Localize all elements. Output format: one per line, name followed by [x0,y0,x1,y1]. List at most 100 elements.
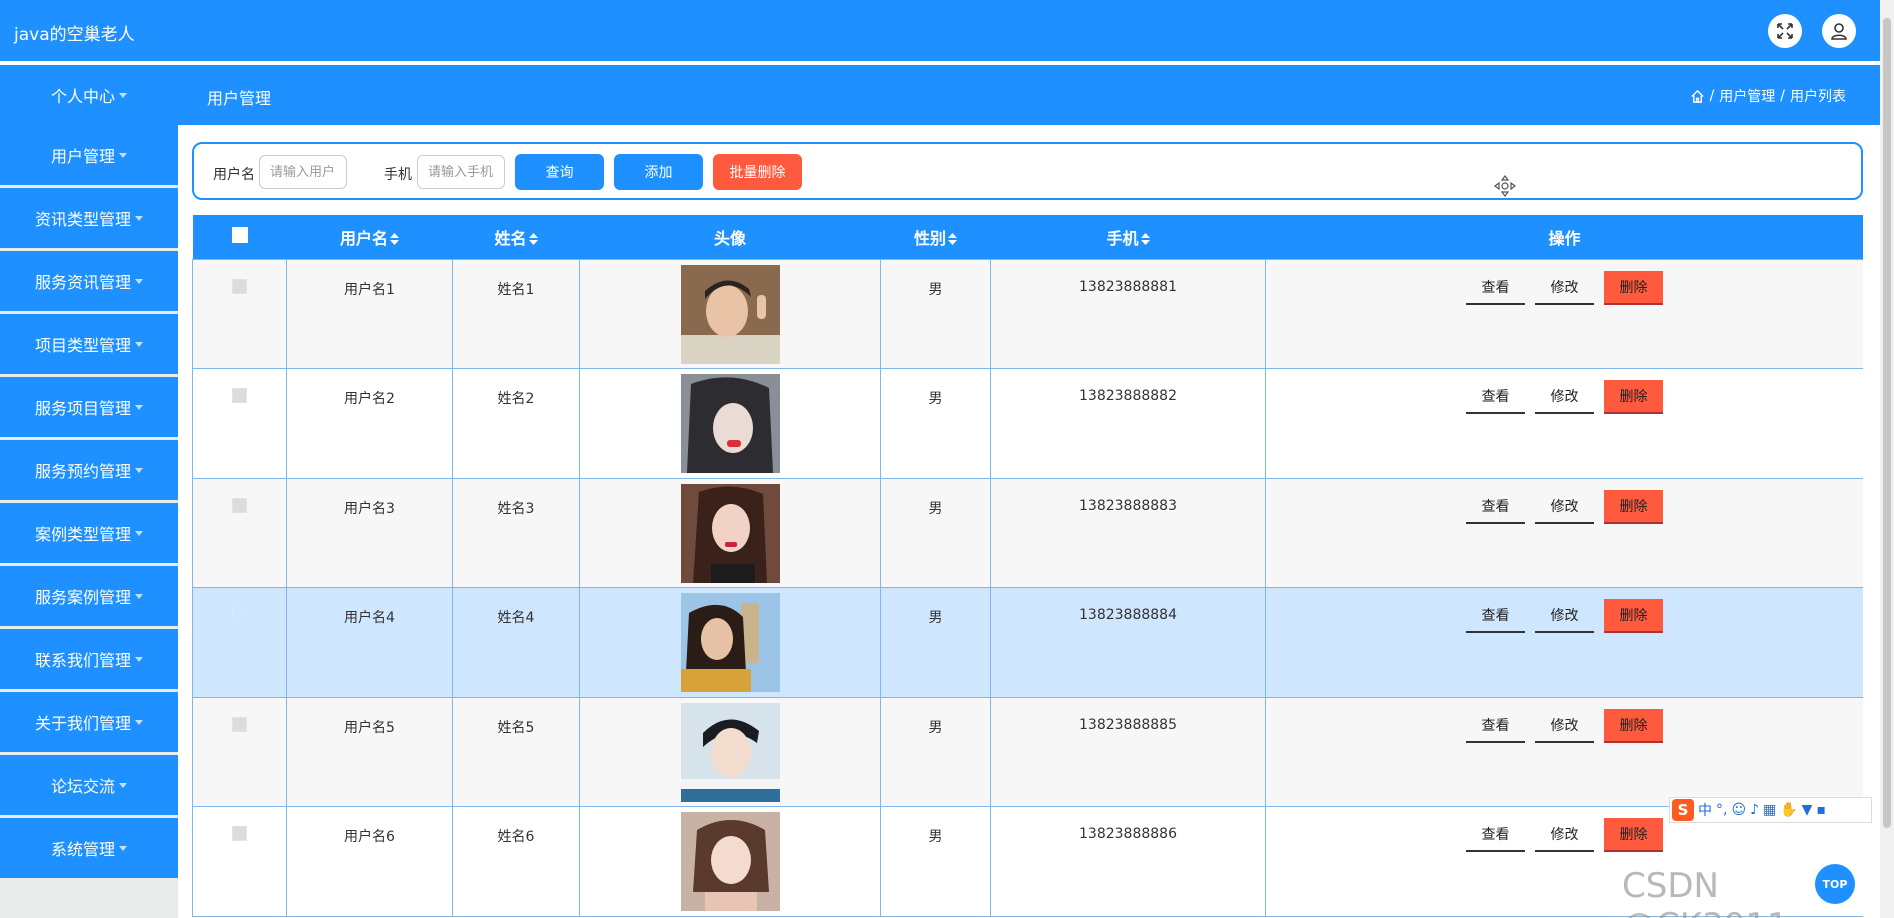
delete-button[interactable]: 删除 [1604,380,1663,414]
sidebar-item-service-news-management[interactable]: 服务资讯管理 [0,251,178,311]
view-button[interactable]: 查看 [1466,709,1525,743]
actions-cell: 查看 修改 删除 [1265,587,1863,698]
row-checkbox[interactable] [232,388,247,403]
name-cell: 姓名4 [452,587,580,698]
keyboard-icon[interactable]: ▦ [1763,802,1776,818]
sidebar-item-news-type-management[interactable]: 资讯类型管理 [0,188,178,248]
batch-delete-button[interactable]: 批量删除 [713,154,802,190]
avatar[interactable] [680,593,780,692]
sidebar-item-label: 服务预约管理 [34,462,131,481]
row-checkbox[interactable] [232,716,247,732]
ime-mode-toggle[interactable]: 中 [1698,800,1712,820]
delete-button[interactable]: 删除 [1604,818,1663,852]
table-row[interactable]: 用户名4 姓名4 男 13823888884 查看 修改 删除 [192,587,1863,698]
page-scrollbar[interactable] [1880,0,1894,918]
view-button[interactable]: 查看 [1466,271,1525,305]
username-label: 用户名 [213,167,255,183]
chevron-down-icon [135,719,143,725]
table-row[interactable]: 用户名5 姓名5 男 13823888885 查看 修改 删除 [192,696,1863,807]
user-icon[interactable] [1822,14,1856,48]
sidebar-item-label: 用户管理 [50,147,115,166]
avatar-cell [579,258,881,369]
column-header-name[interactable]: 姓名 [453,215,580,259]
delete-button[interactable]: 删除 [1604,489,1663,524]
column-header-gender[interactable]: 性别 [881,215,991,259]
delete-button[interactable]: 删除 [1604,708,1663,743]
row-checkbox[interactable] [232,497,247,513]
view-button[interactable]: 查看 [1466,490,1525,524]
personal-center-menu[interactable]: 个人中心 [0,65,178,125]
phone-label: 手机 [384,167,412,183]
edit-button[interactable]: 修改 [1535,271,1594,305]
name-cell: 姓名2 [452,368,580,479]
sidebar-item-project-type-management[interactable]: 项目类型管理 [0,314,178,374]
avatar[interactable] [680,483,780,583]
edit-button[interactable]: 修改 [1535,380,1594,414]
table-row[interactable]: 用户名1 姓名1 男 13823888881 查看 修改 删除 [192,258,1863,369]
view-button[interactable]: 查看 [1466,599,1525,633]
sidebar-item-service-case-management[interactable]: 服务案例管理 [0,566,178,626]
sub-header: 个人中心 用户管理 / 用户管理 / 用户列表 [0,65,1880,125]
sidebar-item-about-us-management[interactable]: 关于我们管理 [0,692,178,752]
add-button[interactable]: 添加 [614,154,703,190]
phone-cell: 13823888883 [990,477,1266,588]
avatar-cell [579,696,881,807]
row-actions: 查看 修改 删除 [1266,270,1863,305]
chevron-down-icon [119,92,127,98]
top-header: java的空巢老人 [0,0,1880,61]
sidebar-item-forum[interactable]: 论坛交流 [0,755,178,815]
actions-cell: 查看 修改 删除 [1265,696,1863,807]
sort-icon [390,233,399,246]
row-checkbox[interactable] [232,607,247,622]
column-header-phone[interactable]: 手机 [991,215,1266,259]
microphone-icon[interactable]: ♪ [1750,802,1759,818]
ime-logo-icon[interactable]: S [1672,799,1694,821]
punctuation-icon[interactable]: °, [1716,802,1727,818]
toolbox-icon[interactable]: ✋ [1780,802,1797,818]
table-row[interactable]: 用户名3 姓名3 男 13823888883 查看 修改 删除 [192,477,1863,588]
edit-button[interactable]: 修改 [1535,818,1594,852]
delete-button[interactable]: 删除 [1604,270,1663,305]
avatar[interactable] [680,702,780,802]
edit-button[interactable]: 修改 [1535,490,1594,524]
row-checkbox[interactable] [232,278,247,294]
table-row[interactable]: 用户名2 姓名2 男 13823888882 查看 修改 删除 [192,368,1863,479]
back-to-top-button[interactable]: TOP [1815,864,1855,904]
home-icon[interactable] [1690,89,1705,104]
grid-menu-icon[interactable]: ▪ [1816,802,1826,818]
username-search-input[interactable] [259,155,347,189]
gender-cell: 男 [880,368,991,479]
select-all-checkbox[interactable] [231,226,248,243]
avatar[interactable] [680,374,780,473]
phone-search-input[interactable] [417,155,505,189]
breadcrumb-separator: / [1780,88,1785,104]
phone-cell: 13823888882 [990,368,1266,479]
sidebar-item-service-booking-management[interactable]: 服务预约管理 [0,440,178,500]
sidebar-item-label: 系统管理 [50,840,115,859]
fullscreen-icon[interactable] [1768,14,1802,48]
breadcrumb: / 用户管理 / 用户列表 [1690,86,1846,106]
delete-button[interactable]: 删除 [1604,599,1663,633]
column-header-username[interactable]: 用户名 [287,215,453,259]
scrollbar-thumb[interactable] [1883,18,1891,828]
row-checkbox[interactable] [232,826,247,841]
sort-icon [1140,233,1150,246]
sidebar-item-user-management[interactable]: 用户管理 [0,125,178,185]
view-button[interactable]: 查看 [1466,380,1525,414]
move-cursor-icon [1494,175,1516,197]
emoji-icon[interactable]: ☺ [1731,802,1746,818]
sidebar-item-system-management[interactable]: 系统管理 [0,818,178,878]
edit-button[interactable]: 修改 [1535,709,1594,743]
sidebar-item-label: 服务案例管理 [34,588,131,607]
skin-icon[interactable]: ▼ [1802,802,1813,818]
sidebar-item-contact-us-management[interactable]: 联系我们管理 [0,629,178,689]
query-button[interactable]: 查询 [515,154,604,190]
edit-button[interactable]: 修改 [1535,599,1594,633]
table-row[interactable]: 用户名6 姓名6 男 13823888886 查看 修改 删除 [192,806,1863,917]
breadcrumb-item-user-management[interactable]: 用户管理 [1719,86,1775,106]
view-button[interactable]: 查看 [1466,818,1525,852]
avatar[interactable] [680,812,780,911]
sidebar-item-case-type-management[interactable]: 案例类型管理 [0,503,178,563]
sidebar-item-service-project-management[interactable]: 服务项目管理 [0,377,178,437]
avatar[interactable] [680,264,780,364]
